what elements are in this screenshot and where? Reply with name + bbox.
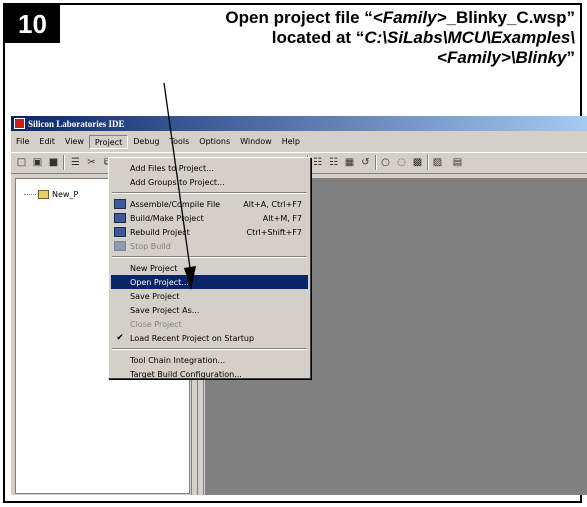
pointer-arrow bbox=[163, 82, 196, 290]
